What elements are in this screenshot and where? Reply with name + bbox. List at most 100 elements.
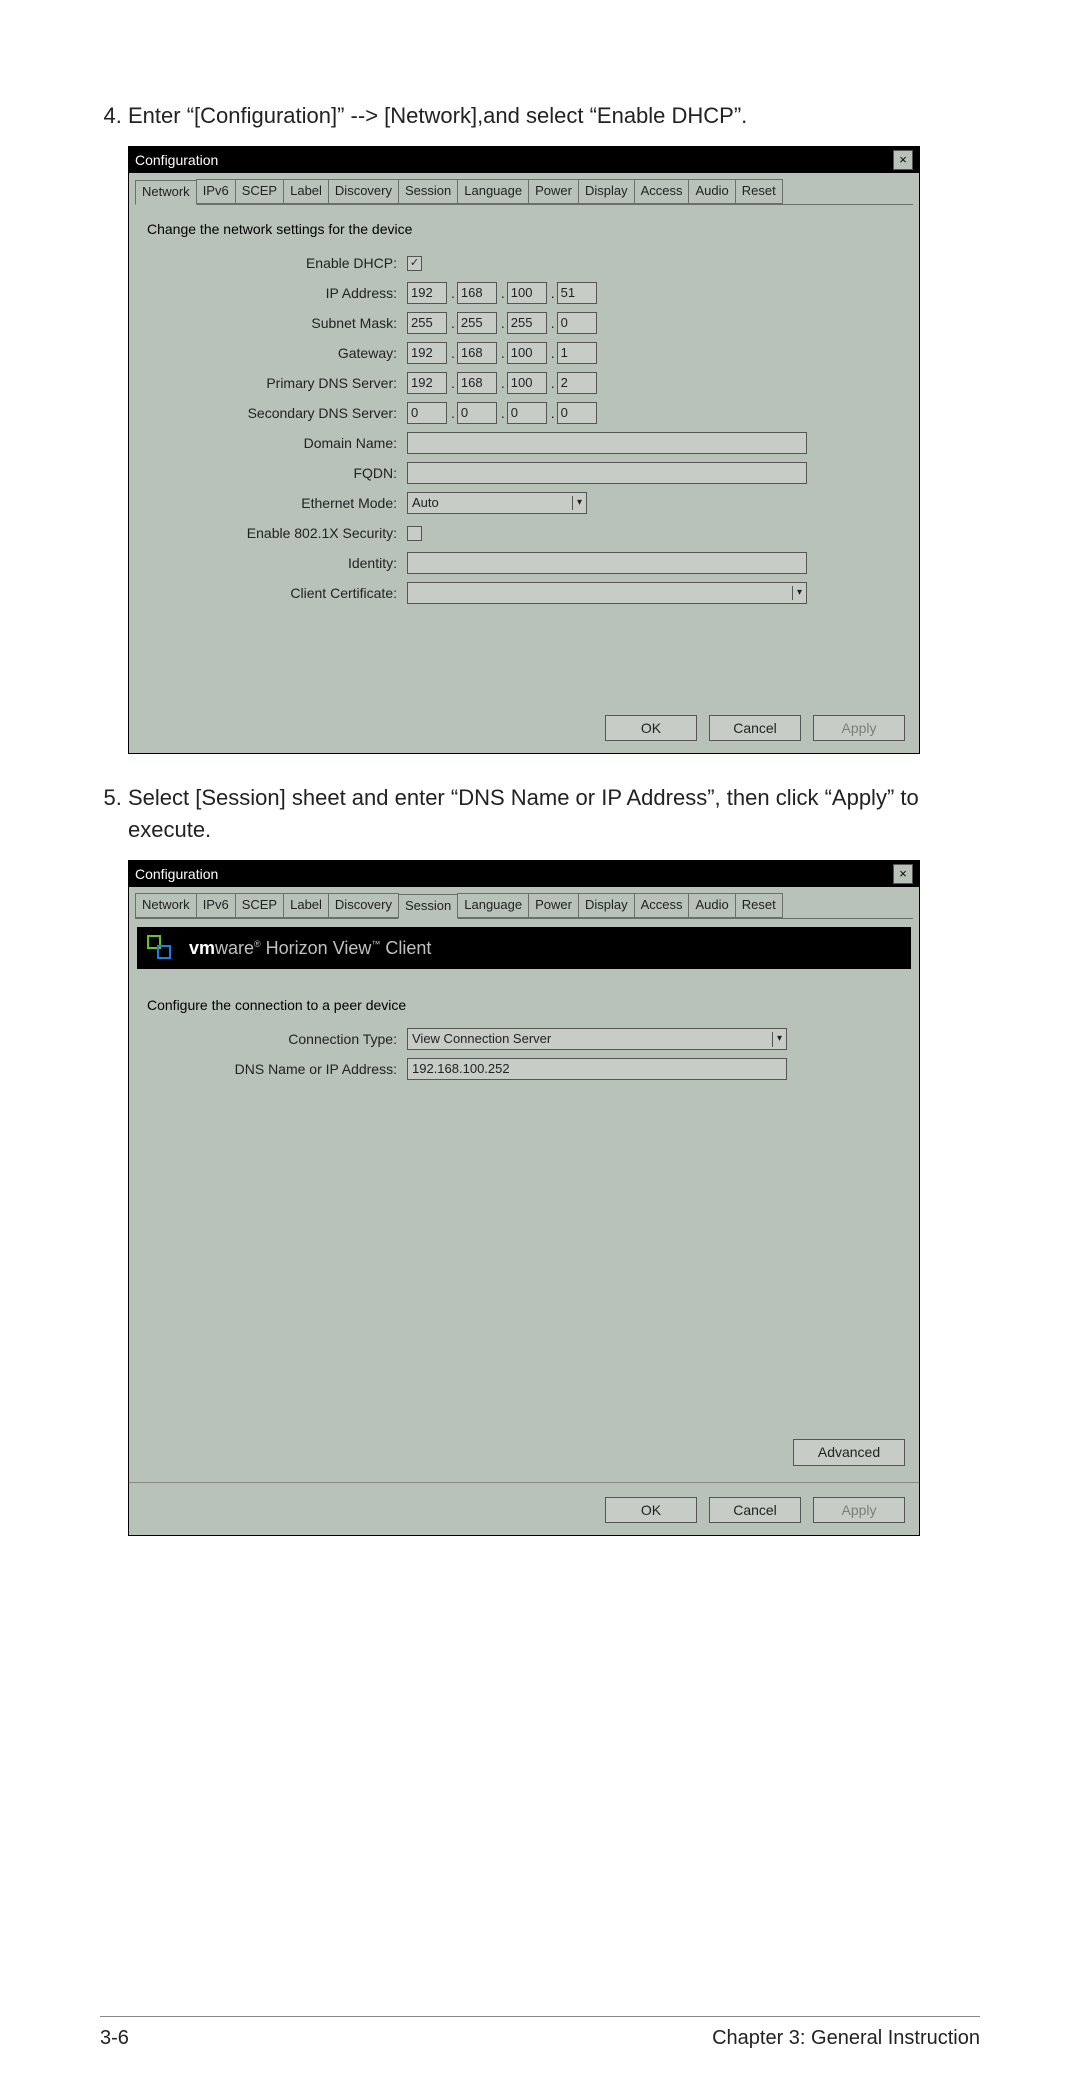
step-5: Select [Session] sheet and enter “DNS Na… bbox=[128, 782, 980, 1536]
sdns-octet-4[interactable]: 0 bbox=[557, 402, 597, 425]
label-secondary-dns: Secondary DNS Server: bbox=[147, 403, 397, 423]
select-ethernet-mode[interactable]: Auto ▾ bbox=[407, 492, 587, 514]
label-identity: Identity: bbox=[147, 553, 397, 573]
close-icon[interactable]: × bbox=[893, 864, 913, 884]
tab-display[interactable]: Display bbox=[578, 179, 635, 204]
step-4-text: Enter “[Configuration]” --> [Network],an… bbox=[128, 103, 747, 128]
section-label: Configure the connection to a peer devic… bbox=[147, 995, 901, 1015]
tab-audio[interactable]: Audio bbox=[688, 893, 735, 918]
tab-scep[interactable]: SCEP bbox=[235, 893, 284, 918]
chevron-down-icon: ▾ bbox=[772, 1032, 782, 1047]
tab-display[interactable]: Display bbox=[578, 893, 635, 918]
config-window-session: Configuration × Network IPv6 SCEP Label … bbox=[128, 860, 920, 1536]
label-ip-address: IP Address: bbox=[147, 283, 397, 303]
checkbox-8021x[interactable] bbox=[407, 526, 422, 541]
ip-octet-1[interactable]: 192 bbox=[407, 282, 447, 305]
tab-reset[interactable]: Reset bbox=[735, 179, 783, 204]
label-enable-dhcp: Enable DHCP: bbox=[147, 253, 397, 273]
tabs-row: Network IPv6 SCEP Label Discovery Sessio… bbox=[135, 179, 913, 205]
tab-network[interactable]: Network bbox=[135, 180, 197, 205]
select-connection-type[interactable]: View Connection Server ▾ bbox=[407, 1028, 787, 1050]
tab-reset[interactable]: Reset bbox=[735, 893, 783, 918]
config-window-network: Configuration × Network IPv6 SCEP Label … bbox=[128, 146, 920, 754]
pdns-octet-1[interactable]: 192 bbox=[407, 372, 447, 395]
tab-discovery[interactable]: Discovery bbox=[328, 893, 399, 918]
tab-access[interactable]: Access bbox=[634, 893, 690, 918]
titlebar: Configuration × bbox=[129, 147, 919, 173]
pdns-octet-4[interactable]: 2 bbox=[557, 372, 597, 395]
tab-power[interactable]: Power bbox=[528, 893, 579, 918]
ok-button[interactable]: OK bbox=[605, 715, 697, 741]
window-title: Configuration bbox=[135, 147, 218, 173]
gw-octet-3[interactable]: 100 bbox=[507, 342, 547, 365]
apply-button[interactable]: Apply bbox=[813, 1497, 905, 1523]
tab-session[interactable]: Session bbox=[398, 179, 458, 204]
tab-language[interactable]: Language bbox=[457, 893, 529, 918]
window-title: Configuration bbox=[135, 861, 218, 887]
page-footer: 3-6 Chapter 3: General Instruction bbox=[100, 2016, 980, 2050]
chapter-title: Chapter 3: General Instruction bbox=[712, 2027, 980, 2050]
advanced-button[interactable]: Advanced bbox=[793, 1439, 905, 1465]
tab-power[interactable]: Power bbox=[528, 179, 579, 204]
gw-octet-4[interactable]: 1 bbox=[557, 342, 597, 365]
ip-octet-4[interactable]: 51 bbox=[557, 282, 597, 305]
tab-access[interactable]: Access bbox=[634, 179, 690, 204]
tab-discovery[interactable]: Discovery bbox=[328, 179, 399, 204]
label-gateway: Gateway: bbox=[147, 343, 397, 363]
select-ethernet-value: Auto bbox=[412, 494, 439, 513]
sdns-octet-3[interactable]: 0 bbox=[507, 402, 547, 425]
tab-audio[interactable]: Audio bbox=[688, 179, 735, 204]
pdns-octet-2[interactable]: 168 bbox=[457, 372, 497, 395]
tab-label[interactable]: Label bbox=[283, 179, 329, 204]
step-5-text: Select [Session] sheet and enter “DNS Na… bbox=[128, 785, 919, 842]
input-domain-name[interactable] bbox=[407, 432, 807, 454]
select-connection-value: View Connection Server bbox=[412, 1030, 551, 1049]
label-client-cert: Client Certificate: bbox=[147, 583, 397, 603]
label-primary-dns: Primary DNS Server: bbox=[147, 373, 397, 393]
select-client-cert[interactable]: ▾ bbox=[407, 582, 807, 604]
tabs-row: Network IPv6 SCEP Label Discovery Sessio… bbox=[135, 893, 913, 919]
subnet-octet-1[interactable]: 255 bbox=[407, 312, 447, 335]
label-domain-name: Domain Name: bbox=[147, 433, 397, 453]
titlebar: Configuration × bbox=[129, 861, 919, 887]
input-identity[interactable] bbox=[407, 552, 807, 574]
tab-scep[interactable]: SCEP bbox=[235, 179, 284, 204]
chevron-down-icon: ▾ bbox=[572, 496, 582, 511]
gw-octet-1[interactable]: 192 bbox=[407, 342, 447, 365]
tab-ipv6[interactable]: IPv6 bbox=[196, 179, 236, 204]
cancel-button[interactable]: Cancel bbox=[709, 1497, 801, 1523]
cancel-button[interactable]: Cancel bbox=[709, 715, 801, 741]
pdns-octet-3[interactable]: 100 bbox=[507, 372, 547, 395]
tab-label[interactable]: Label bbox=[283, 893, 329, 918]
step-4: Enter “[Configuration]” --> [Network],an… bbox=[128, 100, 980, 754]
ip-octet-2[interactable]: 168 bbox=[457, 282, 497, 305]
close-icon[interactable]: × bbox=[893, 150, 913, 170]
label-ethernet-mode: Ethernet Mode: bbox=[147, 493, 397, 513]
gw-octet-2[interactable]: 168 bbox=[457, 342, 497, 365]
subnet-octet-3[interactable]: 255 bbox=[507, 312, 547, 335]
input-fqdn[interactable] bbox=[407, 462, 807, 484]
section-label: Change the network settings for the devi… bbox=[147, 219, 901, 239]
vmware-text: vmware® Horizon View™ Client bbox=[189, 935, 431, 961]
ip-octet-3[interactable]: 100 bbox=[507, 282, 547, 305]
label-8021x: Enable 802.1X Security: bbox=[147, 523, 397, 543]
vmware-banner: vmware® Horizon View™ Client bbox=[137, 927, 911, 969]
tab-network[interactable]: Network bbox=[135, 893, 197, 918]
tab-session[interactable]: Session bbox=[398, 894, 458, 919]
vmware-icon bbox=[147, 935, 177, 961]
label-subnet: Subnet Mask: bbox=[147, 313, 397, 333]
ok-button[interactable]: OK bbox=[605, 1497, 697, 1523]
subnet-octet-4[interactable]: 0 bbox=[557, 312, 597, 335]
label-dns-name: DNS Name or IP Address: bbox=[147, 1059, 397, 1079]
tab-ipv6[interactable]: IPv6 bbox=[196, 893, 236, 918]
subnet-octet-2[interactable]: 255 bbox=[457, 312, 497, 335]
sdns-octet-1[interactable]: 0 bbox=[407, 402, 447, 425]
checkbox-enable-dhcp[interactable]: ✓ bbox=[407, 256, 422, 271]
input-dns-name[interactable]: 192.168.100.252 bbox=[407, 1058, 787, 1080]
tab-language[interactable]: Language bbox=[457, 179, 529, 204]
page-number: 3-6 bbox=[100, 2027, 129, 2050]
label-fqdn: FQDN: bbox=[147, 463, 397, 483]
apply-button[interactable]: Apply bbox=[813, 715, 905, 741]
sdns-octet-2[interactable]: 0 bbox=[457, 402, 497, 425]
label-connection-type: Connection Type: bbox=[147, 1029, 397, 1049]
